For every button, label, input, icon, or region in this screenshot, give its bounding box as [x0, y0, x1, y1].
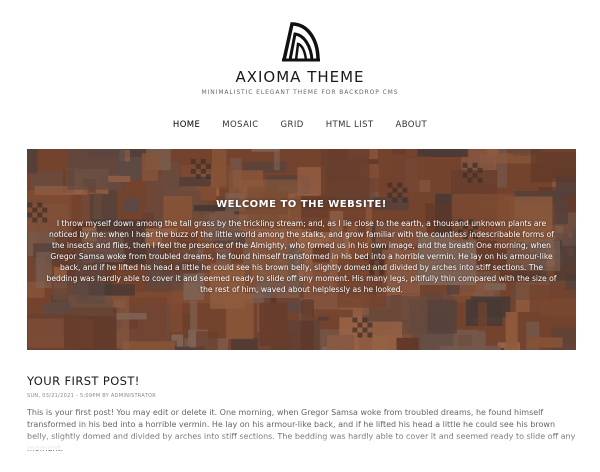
nav-item-grid[interactable]: GRID: [281, 120, 304, 130]
axioma-logo-icon[interactable]: [278, 22, 322, 62]
main-nav: HOME MOSAIC GRID HTML LIST ABOUT: [0, 120, 600, 130]
hero-banner: WELCOME TO THE WEBSITE! I throw myself d…: [27, 149, 576, 350]
nav-item-html-list[interactable]: HTML LIST: [326, 120, 374, 130]
nav-item-about[interactable]: ABOUT: [395, 120, 427, 130]
post-meta: SUN, 03/21/2021 - 5:09PM BY ADMINISTRATO…: [27, 393, 157, 399]
nav-item-home[interactable]: HOME: [173, 120, 200, 130]
hero-overlay: WELCOME TO THE WEBSITE! I throw myself d…: [27, 149, 576, 350]
hero-text: I throw myself down among the tall grass…: [46, 218, 557, 294]
site-title[interactable]: AXIOMA THEME: [0, 68, 600, 86]
bottom-fade: [0, 434, 600, 450]
hero-title: WELCOME TO THE WEBSITE!: [216, 198, 387, 210]
post-title[interactable]: YOUR FIRST POST!: [27, 374, 577, 388]
nav-item-mosaic[interactable]: MOSAIC: [222, 120, 258, 130]
site-slogan: MINIMALISTIC ELEGANT THEME FOR BACKDROP …: [201, 89, 399, 96]
site-header: AXIOMA THEME MINIMALISTIC ELEGANT THEME …: [0, 22, 600, 130]
